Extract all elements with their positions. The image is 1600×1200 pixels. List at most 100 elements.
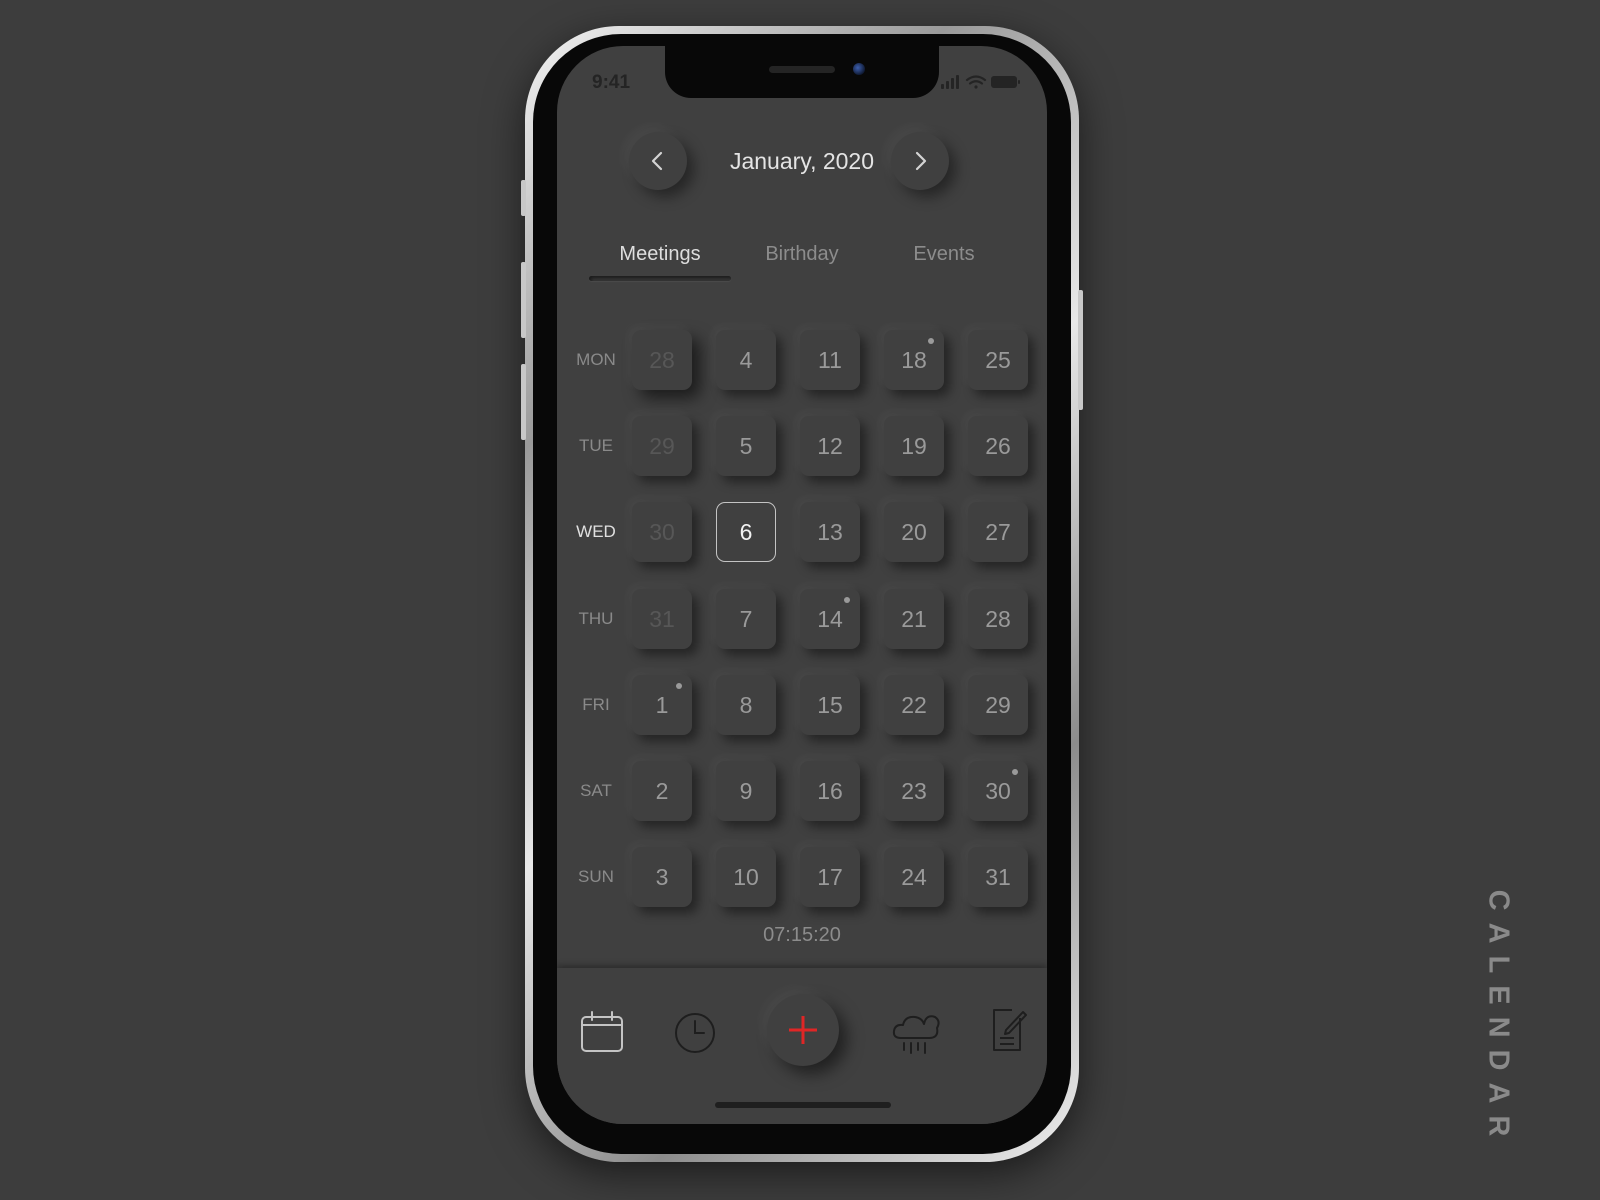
weekday-label-sun: SUN — [578, 867, 614, 887]
speaker-grill — [769, 66, 835, 73]
day-cell[interactable]: 24 — [884, 847, 944, 908]
tab-meetings[interactable]: Meetings — [590, 243, 730, 266]
day-cell[interactable]: 13 — [800, 502, 860, 563]
day-cell[interactable]: 2 — [632, 761, 692, 821]
day-cell[interactable]: 23 — [884, 761, 944, 821]
day-cell[interactable]: 4 — [716, 330, 776, 390]
add-event-button[interactable] — [767, 994, 839, 1066]
day-cell[interactable]: 3 — [632, 847, 692, 908]
day-number: 28 — [985, 605, 1011, 632]
day-number: 31 — [649, 605, 675, 632]
day-number: 2 — [655, 778, 669, 804]
day-number: 8 — [739, 691, 753, 718]
day-cell[interactable]: 22 — [884, 674, 944, 735]
tab-birthday[interactable]: Birthday — [732, 243, 872, 266]
day-cell[interactable]: 12 — [800, 416, 860, 477]
weekday-label-thu: THU — [578, 608, 614, 628]
day-cell[interactable]: 15 — [800, 674, 860, 735]
day-number: 18 — [901, 347, 927, 373]
active-tab-indicator — [589, 276, 731, 281]
weekday-label-fri: FRI — [582, 694, 610, 714]
day-number: 11 — [818, 347, 842, 373]
day-cell-selected[interactable]: 6 — [716, 502, 776, 563]
day-number: 29 — [649, 433, 675, 460]
day-number: 26 — [985, 433, 1011, 460]
day-number: 22 — [901, 691, 927, 718]
day-cell[interactable]: 14 — [800, 588, 860, 649]
phone-screen: 9:41 January, 2020 Meetings Birthday Eve… — [557, 46, 1047, 1124]
notch — [665, 46, 939, 98]
day-cell[interactable]: 29 — [968, 674, 1028, 735]
wifi-icon — [965, 75, 987, 89]
day-number: 31 — [985, 864, 1011, 891]
day-cell[interactable]: 30 — [632, 502, 692, 563]
silent-switch — [521, 180, 526, 216]
current-time: 07:15:20 — [763, 924, 841, 946]
day-number: 3 — [655, 864, 669, 891]
day-cell[interactable]: 1 — [632, 674, 692, 735]
day-cell[interactable]: 25 — [968, 330, 1028, 390]
day-cell[interactable]: 7 — [716, 588, 776, 649]
volume-up-button — [521, 262, 526, 338]
day-number: 13 — [817, 519, 843, 546]
day-number: 16 — [817, 778, 843, 804]
tab-events[interactable]: Events — [874, 243, 1014, 266]
day-number: 25 — [985, 347, 1011, 373]
day-number: 1 — [655, 691, 669, 718]
day-cell[interactable]: 31 — [632, 588, 692, 649]
weekday-label-sat: SAT — [580, 781, 612, 800]
chevron-right-icon — [915, 151, 927, 171]
signal-icon — [941, 75, 959, 89]
event-indicator-dot — [676, 682, 682, 689]
status-icons — [941, 75, 1020, 89]
day-cell[interactable]: 8 — [716, 674, 776, 735]
day-cell[interactable]: 28 — [632, 330, 692, 390]
day-cell[interactable]: 10 — [716, 847, 776, 908]
day-cell[interactable]: 30 — [968, 761, 1028, 821]
day-cell[interactable]: 28 — [968, 588, 1028, 649]
day-number: 27 — [985, 519, 1011, 546]
day-cell[interactable]: 31 — [968, 847, 1028, 908]
next-month-button[interactable] — [891, 132, 949, 190]
battery-icon — [991, 76, 1020, 88]
calendar-icon[interactable] — [580, 1011, 624, 1053]
day-cell[interactable]: 16 — [800, 761, 860, 821]
day-cell[interactable]: 18 — [884, 330, 944, 390]
home-indicator — [715, 1102, 891, 1108]
day-cell[interactable]: 26 — [968, 416, 1028, 477]
day-number: 19 — [901, 433, 927, 460]
day-number: 21 — [901, 605, 927, 632]
status-time: 9:41 — [592, 72, 631, 93]
day-cell[interactable]: 5 — [716, 416, 776, 477]
day-cell[interactable]: 17 — [800, 847, 860, 908]
day-number: 14 — [817, 605, 843, 632]
clock-icon[interactable] — [673, 1011, 717, 1055]
day-cell[interactable]: 19 — [884, 416, 944, 477]
side-label: CALENDAR — [1482, 889, 1515, 1149]
notes-icon[interactable] — [992, 1008, 1028, 1052]
day-number: 23 — [901, 778, 927, 804]
weekday-label-wed: WED — [576, 522, 616, 542]
day-cell[interactable]: 9 — [716, 761, 776, 821]
front-camera — [853, 63, 865, 75]
weekday-label-mon: MON — [576, 350, 616, 369]
day-cell[interactable]: 20 — [884, 502, 944, 563]
day-number: 29 — [985, 691, 1011, 718]
day-number: 6 — [739, 519, 753, 546]
previous-month-button[interactable] — [629, 132, 687, 190]
day-number: 17 — [817, 864, 843, 891]
day-number: 10 — [733, 864, 759, 891]
day-cell[interactable]: 21 — [884, 588, 944, 649]
day-cell[interactable]: 29 — [632, 416, 692, 477]
day-number: 28 — [649, 347, 675, 373]
chevron-left-icon — [651, 151, 663, 171]
day-number: 12 — [817, 433, 843, 460]
day-cell[interactable]: 27 — [968, 502, 1028, 563]
power-button — [1078, 290, 1083, 410]
day-number: 15 — [817, 691, 843, 718]
event-indicator-dot — [844, 596, 850, 603]
day-cell[interactable]: 11 — [800, 330, 860, 390]
rain-cloud-icon[interactable] — [891, 1008, 941, 1056]
event-indicator-dot — [1012, 769, 1018, 775]
month-title: January, 2020 — [729, 148, 875, 174]
